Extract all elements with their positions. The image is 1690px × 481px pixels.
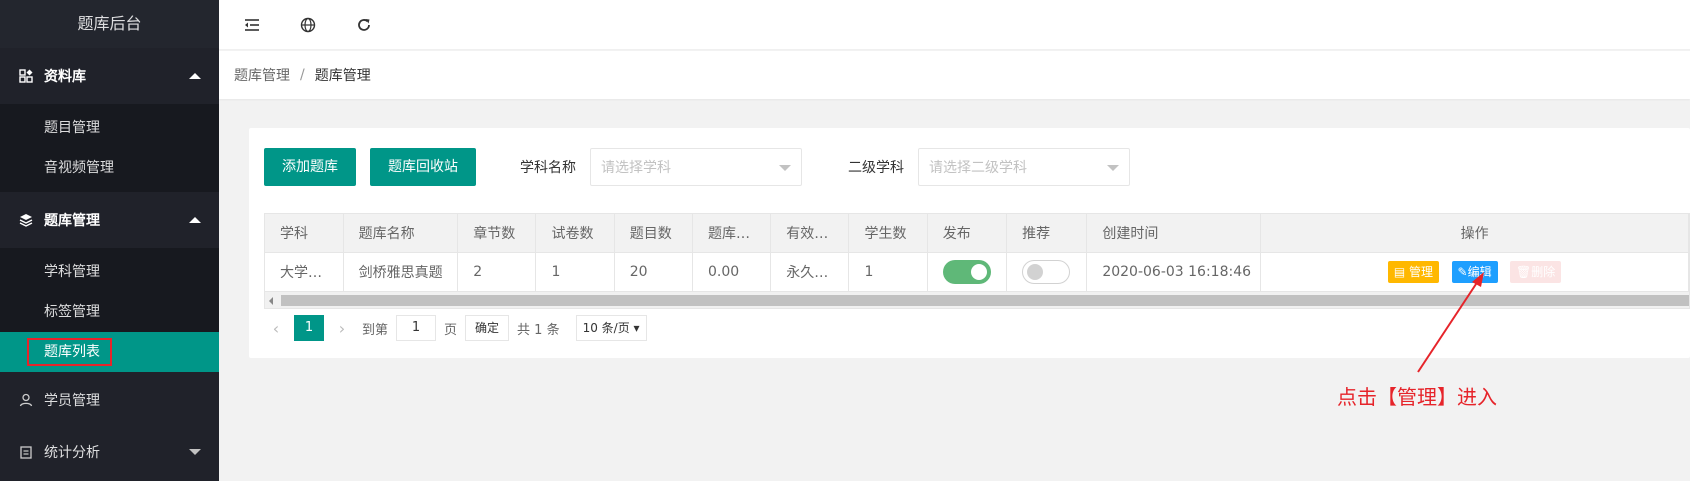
col-validity: 有效… (770, 214, 850, 253)
next-page-icon[interactable]: › (330, 315, 354, 341)
nav-item-students[interactable]: 学员管理 (0, 378, 219, 422)
nav-group-library-label: 资料库 (44, 69, 86, 85)
total-count: 共 1 条 (517, 322, 560, 338)
trash-icon: 🗑 (1516, 264, 1532, 279)
list-icon: ▤ (1393, 264, 1410, 279)
nav-sub-bank: 学科管理 标签管理 题库列表 (0, 248, 219, 372)
col-price: 题库… (692, 214, 772, 253)
nav-group-bank[interactable]: 题库管理 (0, 192, 219, 248)
nav-sub-library: 题目管理 音视频管理 (0, 104, 219, 192)
col-chapters: 章节数 (457, 214, 537, 253)
delete-label: 删除 (1531, 264, 1556, 279)
recycle-bin-button[interactable]: 题库回收站 (370, 148, 476, 186)
switch-knob (970, 263, 987, 280)
annotation-arrow (1417, 272, 1484, 373)
subject-label: 学科名称 (520, 160, 576, 176)
nav-group-library[interactable]: 资料库 (0, 48, 219, 104)
subject-select[interactable]: 请选择学科 (590, 148, 802, 186)
add-bank-button[interactable]: 添加题库 (264, 148, 356, 186)
breadcrumb-current: 题库管理 (314, 68, 371, 84)
delete-button: 🗑删除 (1510, 260, 1562, 283)
annotation-text: 点击【管理】进入 (1337, 385, 1497, 409)
apps-icon (18, 68, 34, 84)
cell-validity: 永久… (770, 252, 850, 291)
switch-knob (1027, 263, 1044, 280)
chevron-down-icon (779, 165, 791, 171)
chevron-down-icon (1107, 165, 1119, 171)
layers-icon (18, 212, 34, 228)
cell-chapters: 2 (457, 252, 537, 291)
page-size-value: 10 条/页 (582, 321, 630, 335)
goto-page-input[interactable]: 1 (396, 315, 437, 341)
caret-up-icon (189, 73, 201, 79)
sidebar-item-subjects[interactable]: 学科管理 (0, 252, 219, 292)
breadcrumb: 题库管理 / 题库管理 (219, 51, 1690, 99)
topbar (219, 0, 1690, 50)
col-subject: 学科 (265, 214, 344, 253)
nav-item-students-label: 学员管理 (44, 393, 100, 409)
brand-title: 题库后台 (0, 0, 219, 48)
nav-item-stats[interactable]: 统计分析 (0, 430, 219, 474)
sidebar-item-tags[interactable]: 标签管理 (0, 292, 219, 332)
breadcrumb-parent[interactable]: 题库管理 (234, 65, 290, 85)
caret-up-icon (189, 217, 201, 223)
col-students: 学生数 (848, 214, 928, 253)
nav-group-bank-label: 题库管理 (44, 213, 100, 229)
sidebar-item-bank-list[interactable]: 题库列表 (0, 332, 219, 372)
col-created: 创建时间 (1086, 214, 1262, 253)
breadcrumb-separator: / (300, 67, 305, 83)
cell-published (927, 252, 1008, 291)
col-ops: 操作 (1260, 214, 1689, 253)
sidebar: 题库后台 资料库 题目管理 音视频管理 题库管理 学科管理 标签管理 题库列表 … (0, 0, 219, 481)
highlight-box (27, 338, 112, 366)
col-published: 发布 (927, 214, 1008, 253)
cell-papers: 1 (535, 252, 615, 291)
goto-label: 到第 (362, 322, 389, 338)
table-header-row: 学科 题库名称 章节数 试卷数 题目数 题库… 有效… 学生数 发布 推荐 创建… (265, 214, 1689, 253)
toolbar: 添加题库 题库回收站 学科名称 请选择学科 二级学科 请选择二级学科 (264, 148, 1130, 186)
menu-fold-icon[interactable] (243, 16, 261, 34)
cell-students: 1 (848, 252, 928, 291)
cell-price: 0.00 (692, 252, 772, 291)
user-icon (18, 392, 34, 408)
sub-subject-label: 二级学科 (848, 160, 904, 176)
scroll-left-icon[interactable] (269, 297, 273, 305)
recommend-switch[interactable] (1022, 259, 1071, 284)
page-current[interactable]: 1 (294, 315, 324, 341)
cell-questions: 20 (614, 252, 693, 291)
subject-placeholder: 请选择学科 (601, 160, 671, 176)
prev-page-icon[interactable]: ‹ (264, 315, 288, 341)
globe-icon[interactable] (299, 16, 317, 34)
nav-item-stats-label: 统计分析 (44, 445, 100, 461)
sidebar-item-questions[interactable]: 题目管理 (0, 108, 219, 148)
col-papers: 试卷数 (535, 214, 615, 253)
cell-name: 剑桥雅思真题 (343, 252, 459, 291)
pagination: ‹ 1 › 到第 1 页 确定 共 1 条 10 条/页 ▾ (264, 315, 647, 341)
sub-subject-select[interactable]: 请选择二级学科 (918, 148, 1130, 186)
col-recommended: 推荐 (1006, 214, 1088, 253)
page-unit-label: 页 (444, 322, 458, 338)
cell-subject: 大学… (265, 252, 344, 291)
page-size-select[interactable]: 10 条/页 ▾ (575, 315, 647, 341)
caret-down-icon (189, 449, 201, 455)
goto-confirm-button[interactable]: 确定 (465, 315, 510, 341)
sub-subject-placeholder: 请选择二级学科 (929, 160, 1027, 176)
cell-recommended (1006, 252, 1088, 291)
refresh-icon[interactable] (355, 16, 373, 34)
publish-switch[interactable] (942, 259, 991, 284)
clipboard-icon (18, 444, 34, 460)
cell-created: 2020-06-03 16:18:46 (1086, 252, 1262, 291)
col-questions: 题目数 (614, 214, 693, 253)
sidebar-item-media[interactable]: 音视频管理 (0, 148, 219, 188)
col-name: 题库名称 (343, 214, 459, 253)
